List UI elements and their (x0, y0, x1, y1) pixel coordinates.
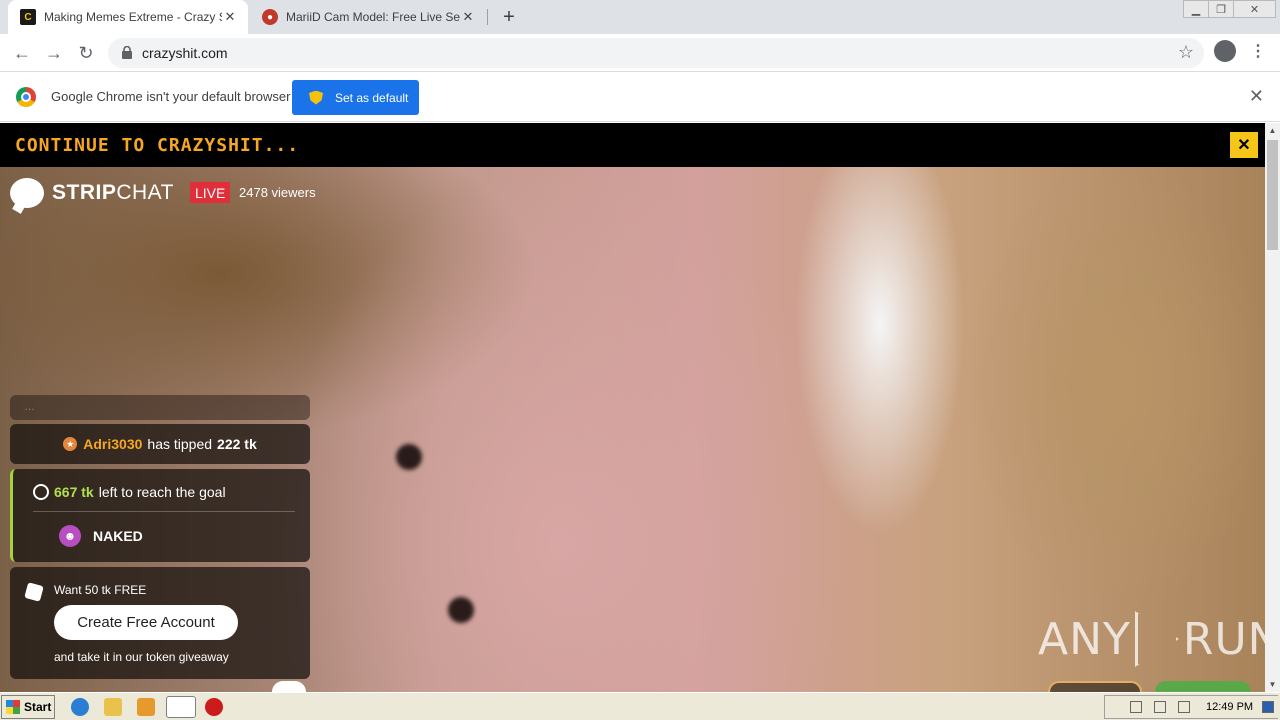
chat-bubble-icon (10, 178, 44, 208)
opera-icon[interactable] (205, 698, 223, 716)
close-tab-icon[interactable]: ✕ (460, 9, 476, 25)
tab-title: Making Memes Extreme - Crazy Shit (44, 10, 222, 24)
scroll-up-icon[interactable]: ▲ (1265, 123, 1280, 138)
live-badge: LIVE (190, 182, 231, 203)
goal-text: left to reach the goal (98, 484, 226, 500)
stripchat-logo[interactable]: STRIPCHAT (10, 178, 174, 208)
chat-message-partial: … (10, 395, 310, 420)
set-default-label: Set as default (335, 90, 409, 105)
reload-icon[interactable]: ↻ (74, 41, 98, 65)
promo-subtext: and take it in our token giveaway (54, 650, 229, 664)
browser-toolbar: ← → ↻ crazyshit.com ☆ (0, 34, 1280, 72)
close-tab-icon[interactable]: ✕ (222, 9, 238, 25)
windows-taskbar: Start 12:49 PM (0, 692, 1280, 720)
video-detail (396, 444, 422, 470)
network-icon[interactable] (1154, 701, 1166, 713)
stripchat-favicon-icon: ● (262, 9, 278, 25)
new-tab-icon[interactable]: + (498, 6, 520, 28)
minimize-icon[interactable]: ▁ (1183, 0, 1209, 18)
tab-strip: C Making Memes Extreme - Crazy Shit ✕ ● … (0, 0, 1280, 34)
media-player-icon[interactable] (137, 698, 155, 716)
tip-amount: 222 tk (217, 436, 257, 452)
clock: 12:49 PM (1206, 701, 1254, 713)
tip-message: ★ Adri3030 has tipped 222 tk (10, 424, 310, 464)
menu-icon[interactable]: ⋮ (1250, 41, 1266, 61)
lock-icon (122, 46, 132, 59)
tab-crazyshit[interactable]: C Making Memes Extreme - Crazy Shit ✕ (8, 0, 248, 34)
scroll-down-icon[interactable]: ▼ (1265, 677, 1280, 692)
goal-item: ☻ NAKED (59, 525, 143, 547)
chrome-taskbar-icon[interactable] (166, 696, 196, 718)
crazyshit-favicon-icon: C (20, 9, 36, 25)
ie-icon[interactable] (71, 698, 89, 716)
shield-icon (309, 90, 323, 105)
tab-title: MariiD Cam Model: Free Live Sex Sho (286, 10, 460, 24)
start-label: Start (24, 700, 52, 714)
default-browser-infobar: Google Chrome isn't your default browser… (0, 72, 1280, 122)
infobar-close-icon[interactable]: ✕ (1249, 86, 1264, 107)
bottom-button[interactable] (272, 681, 306, 692)
continue-text: CONTINUE TO CRAZYSHIT... (15, 135, 300, 156)
folder-icon[interactable] (104, 698, 122, 716)
volume-icon[interactable] (1130, 701, 1142, 713)
devil-icon: ☻ (59, 525, 81, 547)
close-window-icon[interactable]: ✕ (1233, 0, 1276, 18)
url-text: crazyshit.com (142, 45, 228, 61)
infobar-message: Google Chrome isn't your default browser (51, 89, 291, 104)
goal-panel: 667 tk left to reach the goal ☻ NAKED (10, 469, 310, 562)
play-icon (1134, 611, 1179, 667)
forward-icon[interactable]: → (42, 41, 66, 65)
set-default-button[interactable]: Set as default (292, 80, 419, 115)
bottom-button[interactable] (1048, 681, 1142, 692)
viewer-count: 2478 viewers (239, 185, 316, 200)
create-account-button[interactable]: Create Free Account (54, 605, 238, 640)
star-icon: ★ (63, 437, 78, 451)
bottom-button[interactable] (1155, 681, 1251, 692)
tipper-name[interactable]: Adri3030 (83, 436, 142, 452)
promo-title: Want 50 tk FREE (54, 583, 147, 597)
goal-tokens: 667 tk (54, 484, 94, 500)
scroll-thumb[interactable] (1267, 140, 1278, 250)
profile-icon[interactable] (1214, 40, 1236, 62)
start-button[interactable]: Start (1, 695, 55, 719)
show-desktop-icon[interactable] (1262, 701, 1274, 713)
windows-logo-icon (6, 700, 20, 714)
brand-name: STRIPCHAT (52, 181, 174, 204)
dice-icon (24, 582, 44, 602)
flag-icon[interactable] (1178, 701, 1190, 713)
page-content: CONTINUE TO CRAZYSHIT... ✕ STRIPCHAT LIV… (0, 123, 1265, 692)
chrome-logo-icon (16, 87, 36, 107)
bookmark-star-icon[interactable]: ☆ (1178, 42, 1194, 63)
back-icon[interactable]: ← (10, 41, 34, 65)
address-bar[interactable]: crazyshit.com ☆ (108, 38, 1204, 68)
restore-icon[interactable]: ❐ (1208, 0, 1234, 18)
divider (33, 511, 295, 512)
tab-stripchat[interactable]: ● MariiD Cam Model: Free Live Sex Sho ✕ (250, 0, 486, 34)
continue-banner[interactable]: CONTINUE TO CRAZYSHIT... ✕ (0, 123, 1265, 167)
video-detail (448, 597, 474, 623)
free-tokens-promo: Want 50 tk FREE Create Free Account and … (10, 567, 310, 679)
tab-separator (487, 9, 488, 25)
tip-action: has tipped (147, 436, 213, 452)
goal-line: 667 tk left to reach the goal (33, 484, 226, 500)
target-icon (33, 484, 49, 500)
anyrun-watermark: ANY RUN (1038, 611, 1265, 667)
close-ad-icon[interactable]: ✕ (1230, 132, 1258, 158)
goal-item-label: NAKED (93, 528, 143, 544)
